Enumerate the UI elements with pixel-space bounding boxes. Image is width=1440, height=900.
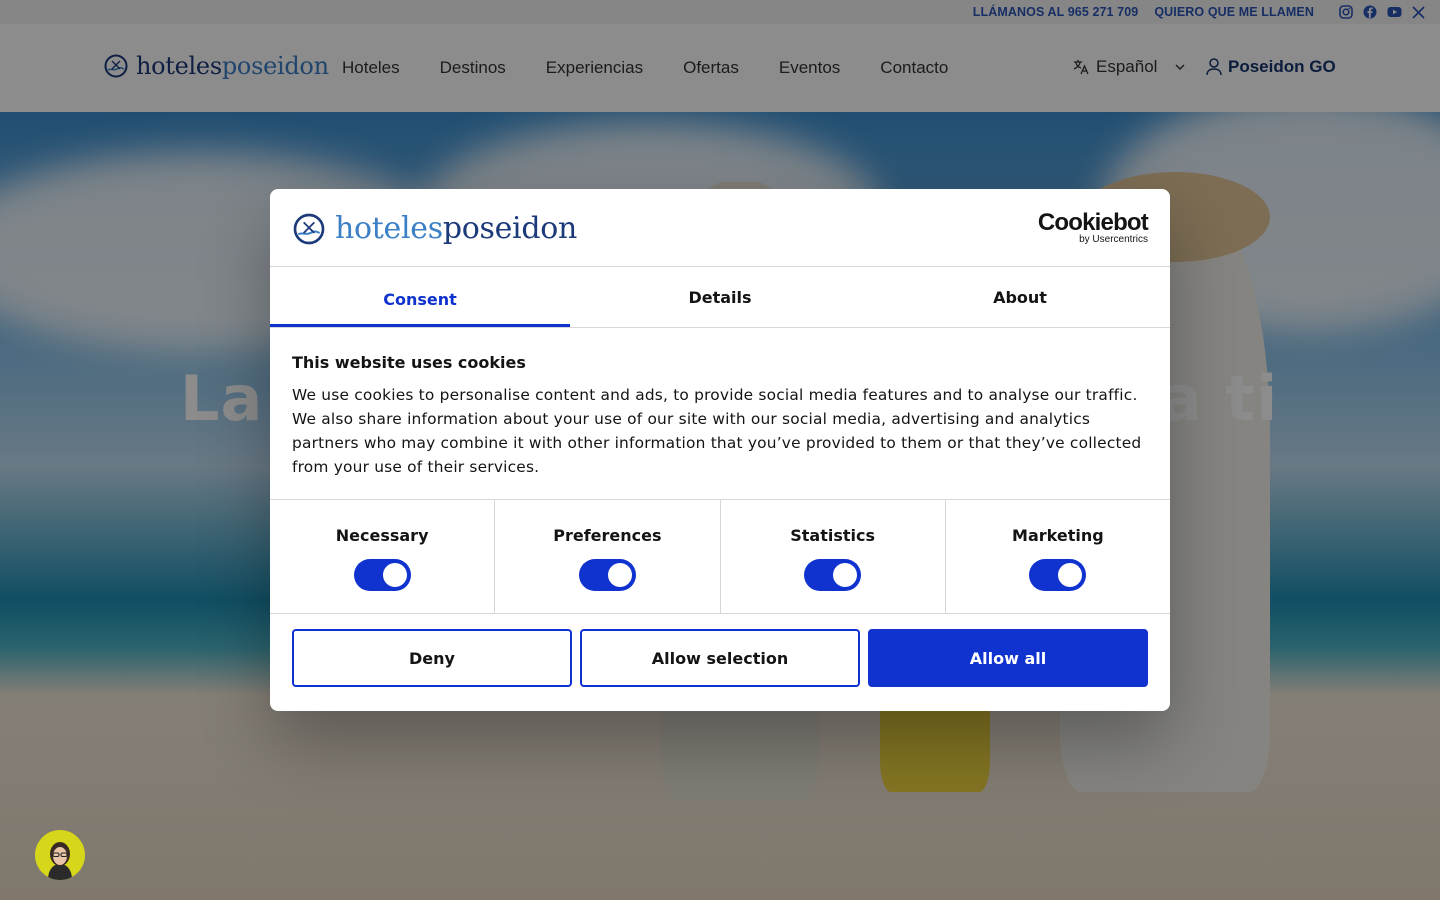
chat-assistant-avatar[interactable]	[35, 830, 85, 880]
cookiebot-logo[interactable]: Cookiebot by Usercentrics	[1037, 209, 1149, 245]
tab-details[interactable]: Details	[570, 267, 870, 327]
category-necessary: Necessary	[270, 500, 496, 613]
allow-all-button[interactable]: Allow all	[868, 629, 1148, 687]
consent-description: We use cookies to personalise content an…	[292, 386, 1142, 476]
consent-categories: Necessary Preferences Statistics Marketi…	[270, 500, 1170, 614]
necessary-toggle[interactable]	[353, 559, 411, 591]
category-label: Marketing	[1012, 526, 1104, 545]
category-label: Necessary	[335, 526, 429, 545]
cookie-consent-dialog: hotelesposeidon Cookiebot by Usercentric…	[270, 189, 1170, 711]
category-preferences: Preferences	[495, 500, 721, 613]
consent-body: This website uses cookies We use cookies…	[270, 328, 1170, 500]
consent-tabs: Consent Details About	[270, 267, 1170, 328]
assistant-person-icon	[48, 842, 72, 880]
allow-selection-button[interactable]: Allow selection	[580, 629, 860, 687]
tab-about[interactable]: About	[870, 267, 1170, 327]
deny-button[interactable]: Deny	[292, 629, 572, 687]
tab-consent[interactable]: Consent	[270, 267, 570, 327]
dialog-logo-wordmark: hotelesposeidon	[335, 211, 578, 246]
category-marketing: Marketing	[946, 500, 1170, 613]
cookiebot-byline: by Usercentrics	[1079, 234, 1148, 245]
dialog-header: hotelesposeidon Cookiebot by Usercentric…	[270, 189, 1170, 267]
marketing-toggle[interactable]	[1029, 559, 1087, 591]
category-label: Statistics	[790, 526, 875, 545]
dialog-brand-logo: hotelesposeidon	[293, 211, 577, 246]
poseidon-globe-icon	[293, 213, 325, 244]
preferences-toggle[interactable]	[578, 559, 636, 591]
category-statistics: Statistics	[721, 500, 946, 613]
statistics-toggle[interactable]	[804, 559, 862, 591]
category-label: Preferences	[553, 526, 662, 545]
consent-heading: This website uses cookies	[292, 353, 526, 372]
cookiebot-wordmark: Cookiebot	[1037, 209, 1149, 236]
consent-actions: Deny Allow selection Allow all	[270, 614, 1170, 702]
